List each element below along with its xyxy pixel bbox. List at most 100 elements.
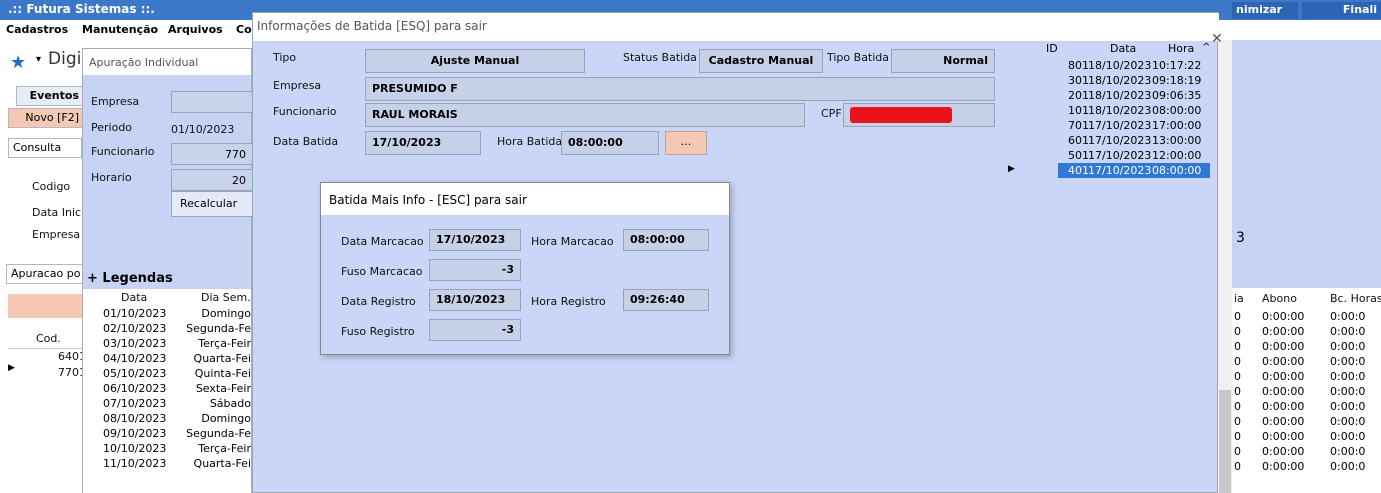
table-row-date[interactable]: 03/10/2023 bbox=[103, 337, 166, 350]
table-row-weekday[interactable]: Segunda-Fe bbox=[175, 427, 251, 440]
cell-abono[interactable]: 0:00:00 bbox=[1262, 370, 1304, 383]
cell-abono[interactable]: 0:00:00 bbox=[1262, 325, 1304, 338]
cell-ia[interactable]: 0 bbox=[1234, 310, 1241, 323]
cell-ia[interactable]: 0 bbox=[1234, 415, 1241, 428]
cell-ia[interactable]: 0 bbox=[1234, 370, 1241, 383]
cell-hora[interactable]: 08:00:00 bbox=[1152, 104, 1201, 117]
table-row[interactable]: 101 18/10/2023 08:00:00 bbox=[1006, 103, 1212, 118]
cell-data[interactable]: 17/10/2023 bbox=[1088, 134, 1151, 147]
cell-bc-horas[interactable]: 0:00:0 bbox=[1330, 370, 1365, 383]
cell-id[interactable]: 801 bbox=[1068, 59, 1089, 72]
table-row-date[interactable]: 02/10/2023 bbox=[103, 322, 166, 335]
cell-id[interactable]: 501 bbox=[1068, 149, 1089, 162]
table-row[interactable]: 701 17/10/2023 17:00:00 bbox=[1006, 118, 1212, 133]
table-row-weekday[interactable]: Domingo bbox=[175, 307, 251, 320]
table-row-weekday[interactable]: Quarta-Fei bbox=[175, 457, 251, 470]
table-row[interactable]: 501 17/10/2023 12:00:00 bbox=[1006, 148, 1212, 163]
table-row-date[interactable]: 05/10/2023 bbox=[103, 367, 166, 380]
cell-hora[interactable]: 09:18:19 bbox=[1152, 74, 1201, 87]
chevron-down-icon[interactable]: ▾ bbox=[36, 54, 41, 65]
table-row-weekday[interactable]: Segunda-Fe bbox=[175, 322, 251, 335]
cell-data[interactable]: 18/10/2023 bbox=[1088, 89, 1151, 102]
cell-abono[interactable]: 0:00:00 bbox=[1262, 400, 1304, 413]
table-row-date[interactable]: 08/10/2023 bbox=[103, 412, 166, 425]
cell-ia[interactable]: 0 bbox=[1234, 355, 1241, 368]
menu-arquivos[interactable]: Arquivos bbox=[168, 23, 223, 36]
cell-ia[interactable]: 0 bbox=[1234, 445, 1241, 458]
cell-bc-horas[interactable]: 0:00:0 bbox=[1330, 430, 1365, 443]
cell-bc-horas[interactable]: 0:00:0 bbox=[1330, 415, 1365, 428]
cell-bc-horas[interactable]: 0:00:0 bbox=[1330, 325, 1365, 338]
table-row-date[interactable]: 10/10/2023 bbox=[103, 442, 166, 455]
table-row-weekday[interactable]: Quinta-Fei bbox=[175, 367, 251, 380]
table-row-date[interactable]: 11/10/2023 bbox=[103, 457, 166, 470]
table-row[interactable]: 801 18/10/2023 10:17:22 bbox=[1006, 58, 1212, 73]
table-row-weekday[interactable]: Sexta-Feir bbox=[175, 382, 251, 395]
menu-co[interactable]: Co bbox=[236, 23, 252, 36]
cell-abono[interactable]: 0:00:00 bbox=[1262, 430, 1304, 443]
cell-hora[interactable]: 10:17:22 bbox=[1152, 59, 1201, 72]
table-row-date[interactable]: 01/10/2023 bbox=[103, 307, 166, 320]
cell-ia[interactable]: 0 bbox=[1234, 385, 1241, 398]
more-info-button[interactable]: ... bbox=[665, 131, 707, 155]
cell-id[interactable]: 701 bbox=[1068, 119, 1089, 132]
cell-data[interactable]: 18/10/2023 bbox=[1088, 104, 1151, 117]
tab-apuracao[interactable]: Apuracao po bbox=[6, 264, 84, 284]
cell-bc-horas[interactable]: 0:00:0 bbox=[1330, 400, 1365, 413]
table-row[interactable]: 601 17/10/2023 13:00:00 bbox=[1006, 133, 1212, 148]
cell-bc-horas[interactable]: 0:00:0 bbox=[1330, 310, 1365, 323]
cell-abono[interactable]: 0:00:00 bbox=[1262, 415, 1304, 428]
cell-data[interactable]: 17/10/2023 bbox=[1088, 149, 1151, 162]
table-row-date[interactable]: 04/10/2023 bbox=[103, 352, 166, 365]
horario-field[interactable]: 20 bbox=[171, 169, 253, 191]
cell-abono[interactable]: 0:00:00 bbox=[1262, 445, 1304, 458]
funcionario-field[interactable]: 770 bbox=[171, 143, 253, 165]
recalcular-button[interactable]: Recalcular bbox=[171, 191, 253, 217]
cell-bc-horas[interactable]: 0:00:0 bbox=[1330, 340, 1365, 353]
finalizar-button[interactable]: Finali bbox=[1302, 2, 1381, 19]
table-row-date[interactable]: 07/10/2023 bbox=[103, 397, 166, 410]
cell-abono[interactable]: 0:00:00 bbox=[1262, 460, 1304, 473]
menu-manutencao[interactable]: Manutenção bbox=[82, 23, 158, 36]
table-row-weekday[interactable]: Terça-Feir bbox=[175, 442, 251, 455]
novo-button[interactable]: Novo [F2] bbox=[8, 108, 84, 128]
cell-hora[interactable]: 13:00:00 bbox=[1152, 134, 1201, 147]
legendas-toggle[interactable]: + Legendas bbox=[87, 271, 173, 286]
cell-ia[interactable]: 0 bbox=[1234, 460, 1241, 473]
close-icon[interactable]: ✕ bbox=[1211, 31, 1223, 47]
tab-consulta[interactable]: Consulta bbox=[8, 138, 82, 158]
cell-bc-horas[interactable]: 0:00:0 bbox=[1330, 445, 1365, 458]
cell-hora[interactable]: 08:00:00 bbox=[1152, 164, 1201, 177]
cell-ia[interactable]: 0 bbox=[1234, 430, 1241, 443]
table-row-weekday[interactable]: Sábado bbox=[175, 397, 251, 410]
cell-data[interactable]: 18/10/2023 bbox=[1088, 59, 1151, 72]
table-row[interactable]: 301 18/10/2023 09:18:19 bbox=[1006, 73, 1212, 88]
scroll-up-icon[interactable]: ^ bbox=[1202, 42, 1210, 53]
table-row-date[interactable]: 09/10/2023 bbox=[103, 427, 166, 440]
scrollbar-thumb[interactable] bbox=[1219, 390, 1231, 493]
star-icon[interactable]: ★ bbox=[10, 52, 26, 73]
cell-abono[interactable]: 0:00:00 bbox=[1262, 340, 1304, 353]
cell-bc-horas[interactable]: 0:00:0 bbox=[1330, 460, 1365, 473]
table-row-weekday[interactable]: Domingo bbox=[175, 412, 251, 425]
periodo-value[interactable]: 01/10/2023 bbox=[171, 123, 234, 136]
minimize-button[interactable]: nimizar bbox=[1232, 2, 1298, 19]
cell-id[interactable]: 101 bbox=[1068, 104, 1089, 117]
table-row-weekday[interactable]: Quarta-Fei bbox=[175, 352, 251, 365]
table-row-weekday[interactable]: Terça-Feir bbox=[175, 337, 251, 350]
table-row-date[interactable]: 06/10/2023 bbox=[103, 382, 166, 395]
cell-data[interactable]: 18/10/2023 bbox=[1088, 74, 1151, 87]
cell-ia[interactable]: 0 bbox=[1234, 325, 1241, 338]
tab-eventos[interactable]: Eventos bbox=[16, 86, 84, 106]
cell-id[interactable]: 301 bbox=[1068, 74, 1089, 87]
cell-ia[interactable]: 0 bbox=[1234, 400, 1241, 413]
cell-hora[interactable]: 17:00:00 bbox=[1152, 119, 1201, 132]
vertical-scrollbar[interactable] bbox=[1218, 40, 1232, 493]
cell-abono[interactable]: 0:00:00 bbox=[1262, 385, 1304, 398]
empresa-field[interactable] bbox=[171, 91, 253, 113]
cell-abono[interactable]: 0:00:00 bbox=[1262, 310, 1304, 323]
cell-bc-horas[interactable]: 0:00:0 bbox=[1330, 355, 1365, 368]
table-row[interactable]: ▶ 401 17/10/2023 08:00:00 bbox=[1008, 163, 1210, 178]
cell-data[interactable]: 17/10/2023 bbox=[1088, 164, 1151, 177]
cell-hora[interactable]: 09:06:35 bbox=[1152, 89, 1201, 102]
